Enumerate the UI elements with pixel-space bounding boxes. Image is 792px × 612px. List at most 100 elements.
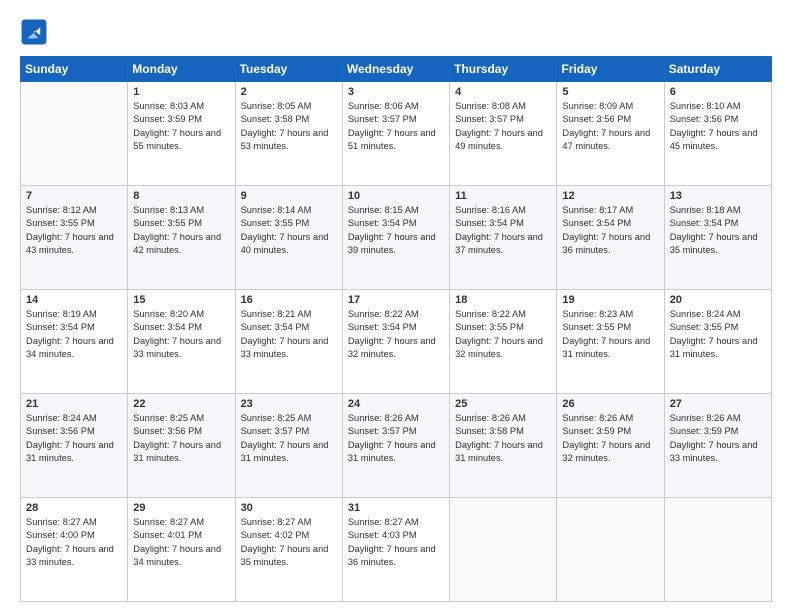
calendar-cell: 4 Sunrise: 8:08 AMSunset: 3:57 PMDaylight… — [450, 82, 557, 186]
cell-date: 1 — [133, 86, 229, 98]
cell-info: Sunrise: 8:12 AMSunset: 3:55 PMDaylight:… — [26, 204, 122, 258]
cell-info: Sunrise: 8:24 AMSunset: 3:55 PMDaylight:… — [670, 308, 766, 362]
cell-info: Sunrise: 8:17 AMSunset: 3:54 PMDaylight:… — [562, 204, 658, 258]
cell-date: 19 — [562, 294, 658, 306]
cell-date: 11 — [455, 190, 551, 202]
cell-date: 2 — [241, 86, 337, 98]
calendar-cell: 7 Sunrise: 8:12 AMSunset: 3:55 PMDaylight… — [21, 186, 128, 290]
calendar-cell: 3Sunrise: 8:06 AMSunset: 3:57 PMDaylight… — [342, 82, 449, 186]
calendar-cell: 23Sunrise: 8:25 AMSunset: 3:57 PMDayligh… — [235, 394, 342, 498]
calendar-cell: 11Sunrise: 8:16 AMSunset: 3:54 PMDayligh… — [450, 186, 557, 290]
week-row-5: 28 Sunrise: 8:27 AMSunset: 4:00 PMDayligh… — [21, 498, 772, 602]
cell-info: Sunrise: 8:08 AMSunset: 3:57 PMDaylight:… — [455, 100, 551, 154]
logo-icon — [20, 18, 48, 46]
cell-date: 21 — [26, 398, 122, 410]
calendar-cell: 21 Sunrise: 8:24 AMSunset: 3:56 PMDayligh… — [21, 394, 128, 498]
day-header-saturday: Saturday — [664, 57, 771, 82]
cell-date: 7 — [26, 190, 122, 202]
calendar-cell: 8 Sunrise: 8:13 AMSunset: 3:55 PMDaylight… — [128, 186, 235, 290]
cell-date: 27 — [670, 398, 766, 410]
calendar-cell: 24 Sunrise: 8:26 AMSunset: 3:57 PMDayligh… — [342, 394, 449, 498]
cell-info: Sunrise: 8:26 AMSunset: 3:57 PMDaylight:… — [348, 412, 444, 466]
calendar-cell: 19 Sunrise: 8:23 AMSunset: 3:55 PMDayligh… — [557, 290, 664, 394]
cell-date: 24 — [348, 398, 444, 410]
cell-info: Sunrise: 8:19 AMSunset: 3:54 PMDaylight:… — [26, 308, 122, 362]
cell-info: Sunrise: 8:24 AMSunset: 3:56 PMDaylight:… — [26, 412, 122, 466]
cell-date: 13 — [670, 190, 766, 202]
cell-info: Sunrise: 8:25 AMSunset: 3:56 PMDaylight:… — [133, 412, 229, 466]
calendar-cell: 27 Sunrise: 8:26 AMSunset: 3:59 PMDayligh… — [664, 394, 771, 498]
calendar-table: SundayMondayTuesdayWednesdayThursdayFrid… — [20, 56, 772, 602]
calendar-cell: 14Sunrise: 8:19 AMSunset: 3:54 PMDayligh… — [21, 290, 128, 394]
calendar-cell: 16 Sunrise: 8:21 AMSunset: 3:54 PMDayligh… — [235, 290, 342, 394]
calendar-cell: 13 Sunrise: 8:18 AMSunset: 3:54 PMDayligh… — [664, 186, 771, 290]
calendar-cell — [664, 498, 771, 602]
day-header-wednesday: Wednesday — [342, 57, 449, 82]
calendar-cell: 5 Sunrise: 8:09 AMSunset: 3:56 PMDaylight… — [557, 82, 664, 186]
cell-info: Sunrise: 8:15 AMSunset: 3:54 PMDaylight:… — [348, 204, 444, 258]
cell-date: 4 — [455, 86, 551, 98]
week-row-2: 7 Sunrise: 8:12 AMSunset: 3:55 PMDaylight… — [21, 186, 772, 290]
cell-date: 31 — [348, 502, 444, 514]
page: SundayMondayTuesdayWednesdayThursdayFrid… — [0, 0, 792, 612]
cell-date: 29 — [133, 502, 229, 514]
logo — [20, 18, 52, 46]
cell-date: 17 — [348, 294, 444, 306]
day-header-thursday: Thursday — [450, 57, 557, 82]
cell-info: Sunrise: 8:27 AMSunset: 4:01 PMDaylight:… — [133, 516, 229, 570]
cell-info: Sunrise: 8:20 AMSunset: 3:54 PMDaylight:… — [133, 308, 229, 362]
calendar-cell: 1 Sunrise: 8:03 AMSunset: 3:59 PMDaylight… — [128, 82, 235, 186]
cell-date: 22 — [133, 398, 229, 410]
cell-date: 18 — [455, 294, 551, 306]
cell-info: Sunrise: 8:27 AMSunset: 4:03 PMDaylight:… — [348, 516, 444, 570]
calendar-cell: 26Sunrise: 8:26 AMSunset: 3:59 PMDayligh… — [557, 394, 664, 498]
calendar-cell — [450, 498, 557, 602]
cell-date: 10 — [348, 190, 444, 202]
calendar-cell: 2Sunrise: 8:05 AMSunset: 3:58 PMDaylight… — [235, 82, 342, 186]
cell-date: 16 — [241, 294, 337, 306]
cell-info: Sunrise: 8:25 AMSunset: 3:57 PMDaylight:… — [241, 412, 337, 466]
day-header-sunday: Sunday — [21, 57, 128, 82]
cell-info: Sunrise: 8:21 AMSunset: 3:54 PMDaylight:… — [241, 308, 337, 362]
cell-info: Sunrise: 8:23 AMSunset: 3:55 PMDaylight:… — [562, 308, 658, 362]
cell-info: Sunrise: 8:09 AMSunset: 3:56 PMDaylight:… — [562, 100, 658, 154]
cell-date: 25 — [455, 398, 551, 410]
cell-info: Sunrise: 8:03 AMSunset: 3:59 PMDaylight:… — [133, 100, 229, 154]
calendar-cell: 10 Sunrise: 8:15 AMSunset: 3:54 PMDayligh… — [342, 186, 449, 290]
cell-date: 8 — [133, 190, 229, 202]
calendar-cell: 12 Sunrise: 8:17 AMSunset: 3:54 PMDayligh… — [557, 186, 664, 290]
cell-date: 20 — [670, 294, 766, 306]
week-row-1: 1 Sunrise: 8:03 AMSunset: 3:59 PMDaylight… — [21, 82, 772, 186]
week-row-4: 21 Sunrise: 8:24 AMSunset: 3:56 PMDayligh… — [21, 394, 772, 498]
cell-date: 3 — [348, 86, 444, 98]
cell-date: 30 — [241, 502, 337, 514]
cell-date: 5 — [562, 86, 658, 98]
cell-info: Sunrise: 8:14 AMSunset: 3:55 PMDaylight:… — [241, 204, 337, 258]
calendar-cell: 9Sunrise: 8:14 AMSunset: 3:55 PMDaylight… — [235, 186, 342, 290]
cell-date: 6 — [670, 86, 766, 98]
day-header-friday: Friday — [557, 57, 664, 82]
cell-info: Sunrise: 8:10 AMSunset: 3:56 PMDaylight:… — [670, 100, 766, 154]
calendar-cell: 29 Sunrise: 8:27 AMSunset: 4:01 PMDayligh… — [128, 498, 235, 602]
week-row-3: 14Sunrise: 8:19 AMSunset: 3:54 PMDayligh… — [21, 290, 772, 394]
cell-date: 12 — [562, 190, 658, 202]
cell-info: Sunrise: 8:22 AMSunset: 3:54 PMDaylight:… — [348, 308, 444, 362]
cell-info: Sunrise: 8:26 AMSunset: 3:59 PMDaylight:… — [562, 412, 658, 466]
header-row: SundayMondayTuesdayWednesdayThursdayFrid… — [21, 57, 772, 82]
cell-info: Sunrise: 8:27 AMSunset: 4:00 PMDaylight:… — [26, 516, 122, 570]
day-header-monday: Monday — [128, 57, 235, 82]
cell-date: 15 — [133, 294, 229, 306]
calendar-cell: 17 Sunrise: 8:22 AMSunset: 3:54 PMDayligh… — [342, 290, 449, 394]
day-header-tuesday: Tuesday — [235, 57, 342, 82]
cell-info: Sunrise: 8:26 AMSunset: 3:59 PMDaylight:… — [670, 412, 766, 466]
calendar-cell — [557, 498, 664, 602]
calendar-cell: 31 Sunrise: 8:27 AMSunset: 4:03 PMDayligh… — [342, 498, 449, 602]
cell-info: Sunrise: 8:13 AMSunset: 3:55 PMDaylight:… — [133, 204, 229, 258]
calendar-cell — [21, 82, 128, 186]
cell-date: 28 — [26, 502, 122, 514]
calendar-cell: 22 Sunrise: 8:25 AMSunset: 3:56 PMDayligh… — [128, 394, 235, 498]
cell-info: Sunrise: 8:18 AMSunset: 3:54 PMDaylight:… — [670, 204, 766, 258]
calendar-cell: 20 Sunrise: 8:24 AMSunset: 3:55 PMDayligh… — [664, 290, 771, 394]
calendar-cell: 15 Sunrise: 8:20 AMSunset: 3:54 PMDayligh… — [128, 290, 235, 394]
cell-info: Sunrise: 8:27 AMSunset: 4:02 PMDaylight:… — [241, 516, 337, 570]
